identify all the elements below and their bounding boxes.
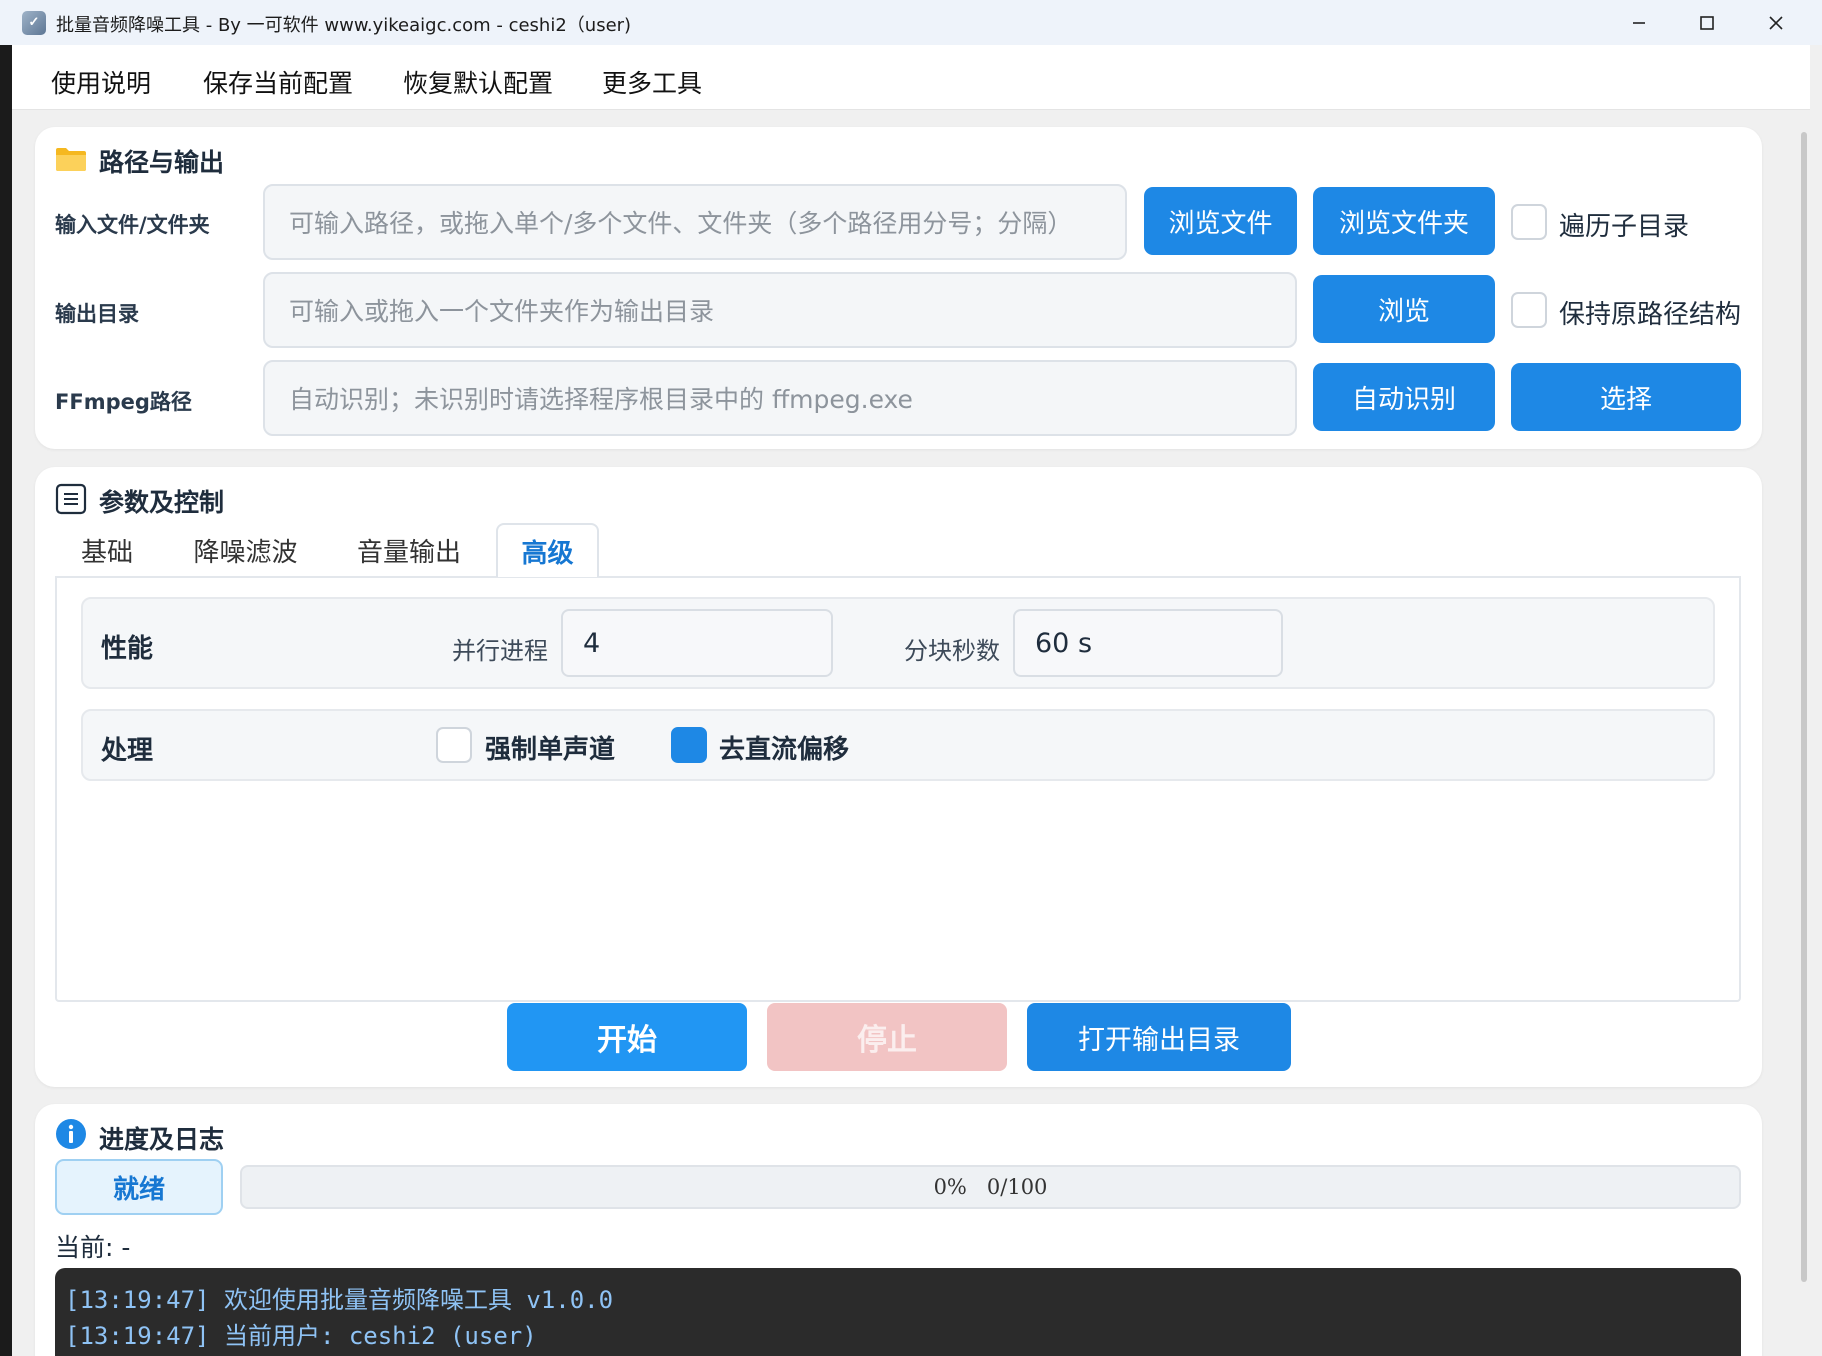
ffmpeg-path-field[interactable]: 自动识别；未识别时请选择程序根目录中的 ffmpeg.exe — [263, 360, 1297, 436]
ffmpeg-path-placeholder: 自动识别；未识别时请选择程序根目录中的 ffmpeg.exe — [289, 385, 913, 414]
auto-detect-button[interactable]: 自动识别 — [1313, 363, 1495, 431]
menu-item-more-tools[interactable]: 更多工具 — [602, 64, 702, 100]
log-console[interactable]: [13:19:47] 欢迎使用批量音频降噪工具 v1.0.0 [13:19:47… — [55, 1268, 1741, 1356]
start-button[interactable]: 开始 — [507, 1003, 747, 1071]
chunk-seconds-input[interactable]: 60 s — [1013, 609, 1283, 677]
browse-files-button[interactable]: 浏览文件 — [1144, 187, 1297, 255]
browse-output-button[interactable]: 浏览 — [1313, 275, 1495, 343]
chunk-seconds-label: 分块秒数 — [904, 637, 1000, 665]
dc-offset-label: 去直流偏移 — [719, 735, 850, 765]
info-icon — [56, 1119, 86, 1149]
minimize-button[interactable] — [1604, 0, 1674, 45]
close-button[interactable] — [1741, 0, 1811, 45]
tab-advanced[interactable]: 高级 — [496, 523, 599, 577]
output-dir-placeholder: 可输入或拖入一个文件夹作为输出目录 — [289, 297, 715, 326]
menu-item-help[interactable]: 使用说明 — [51, 64, 151, 100]
minimize-icon — [1633, 21, 1645, 24]
progress-text: 0% 0/100 — [933, 1175, 1048, 1199]
log-line: [13:19:47] 欢迎使用批量音频降噪工具 v1.0.0 — [65, 1286, 614, 1314]
window-border — [0, 45, 12, 1356]
keep-structure-label: 保持原路径结构 — [1559, 300, 1742, 330]
force-mono-checkbox[interactable] — [436, 727, 472, 763]
processing-title: 处理 — [101, 736, 154, 766]
parallel-processes-input[interactable]: 4 — [561, 609, 833, 677]
params-section-title: 参数及控制 — [99, 488, 225, 517]
tab-denoise-filter[interactable]: 降噪滤波 — [183, 523, 308, 577]
output-dir-label: 输出目录 — [55, 302, 139, 326]
app-icon: ✓ — [22, 11, 46, 35]
app-window: ✓ 批量音频降噪工具 - By 一可软件 www.yikeaigc.com - … — [0, 0, 1822, 1356]
current-file-label: 当前: - — [55, 1233, 131, 1262]
parallel-processes-label: 并行进程 — [452, 637, 548, 665]
input-label: 输入文件/文件夹 — [55, 213, 210, 237]
dc-offset-checkbox[interactable] — [671, 727, 707, 763]
menu-bar: 使用说明 保存当前配置 恢复默认配置 更多工具 — [12, 45, 1810, 110]
recurse-subdirs-checkbox[interactable] — [1511, 204, 1547, 240]
maximize-icon — [1700, 15, 1714, 30]
output-dir-field[interactable]: 可输入或拖入一个文件夹作为输出目录 — [263, 272, 1297, 348]
progress-bar: 0% 0/100 — [240, 1165, 1741, 1209]
processing-group — [81, 709, 1715, 781]
folder-icon — [56, 148, 86, 171]
status-badge: 就绪 — [55, 1159, 223, 1215]
scrollbar-thumb[interactable] — [1801, 132, 1807, 1282]
force-mono-label: 强制单声道 — [485, 735, 616, 765]
input-path-placeholder: 可输入路径，或拖入单个/多个文件、文件夹（多个路径用分号；分隔） — [289, 209, 1073, 238]
input-path-field[interactable]: 可输入路径，或拖入单个/多个文件、文件夹（多个路径用分号；分隔） — [263, 184, 1127, 260]
select-ffmpeg-button[interactable]: 选择 — [1511, 363, 1741, 431]
recurse-subdirs-label: 遍历子目录 — [1559, 212, 1690, 242]
ffmpeg-path-label: FFmpeg路径 — [55, 390, 192, 414]
maximize-button[interactable] — [1672, 0, 1742, 45]
stop-button[interactable]: 停止 — [767, 1003, 1007, 1071]
keep-structure-checkbox[interactable] — [1511, 292, 1547, 328]
tab-basic[interactable]: 基础 — [63, 523, 151, 577]
tab-volume-output[interactable]: 音量输出 — [348, 523, 470, 577]
open-output-dir-button[interactable]: 打开输出目录 — [1027, 1003, 1291, 1071]
log-line: [13:19:47] 当前用户: ceshi2 (user) — [65, 1322, 537, 1350]
performance-title: 性能 — [101, 634, 154, 664]
window-title: 批量音频降噪工具 - By 一可软件 www.yikeaigc.com - ce… — [56, 15, 632, 36]
performance-group — [81, 597, 1715, 689]
menu-item-restore-defaults[interactable]: 恢复默认配置 — [403, 64, 553, 100]
list-icon — [55, 483, 87, 515]
title-bar[interactable]: ✓ 批量音频降噪工具 - By 一可软件 www.yikeaigc.com - … — [0, 0, 1822, 45]
progress-section-title: 进度及日志 — [99, 1125, 225, 1154]
path-section-title: 路径与输出 — [99, 148, 225, 177]
browse-folder-button[interactable]: 浏览文件夹 — [1313, 187, 1495, 255]
close-icon — [1769, 15, 1783, 30]
vertical-scrollbar[interactable] — [1798, 110, 1810, 1356]
menu-item-save-config[interactable]: 保存当前配置 — [203, 64, 353, 100]
